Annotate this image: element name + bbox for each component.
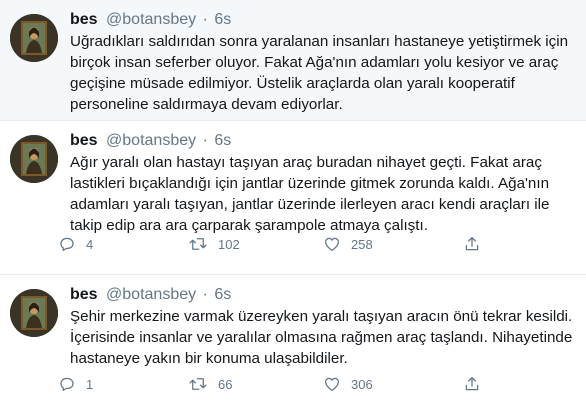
retweet-count: 66 [218,376,233,392]
separator-dot: · [202,132,208,149]
display-name[interactable]: bes [70,132,98,149]
avatar[interactable] [10,14,58,62]
separator-dot: · [202,11,208,28]
tweet-1[interactable]: bes @botansbey · 6s Uğradıkları saldırıd… [0,0,586,121]
heart-icon [324,237,340,252]
like-count: 306 [351,376,373,392]
tweet-text: Ağır yaralı olan hastayı taşıyan araç bu… [70,154,550,234]
avatar[interactable] [10,289,58,337]
reply-icon [60,377,74,392]
like-count: 258 [351,236,373,252]
reply-button[interactable]: 1 [58,373,93,395]
share-button[interactable] [463,373,481,395]
tweet-text: Şehir merkezine varmak üzereyken yaralı … [70,308,573,367]
timestamp[interactable]: 6s [214,286,231,303]
heart-icon [324,377,340,392]
tweet-2[interactable]: bes @botansbey · 6s Ağır yaralı olan has… [0,121,586,275]
tweet-3[interactable]: bes @botansbey · 6s Şehir merkezine varm… [0,275,586,412]
display-name[interactable]: bes [70,286,98,303]
tweet-text: Uğradıkları saldırıdan sonra yaralanan i… [70,33,569,113]
tweet-header: bes @botansbey · 6s [70,131,231,151]
user-handle[interactable]: @botansbey [106,286,196,303]
retweet-count: 102 [218,236,240,252]
user-handle[interactable]: @botansbey [106,132,196,149]
retweet-icon [189,378,207,390]
mona-lisa-avatar-icon [10,289,58,337]
mona-lisa-avatar-icon [10,135,58,183]
reply-button[interactable]: 4 [58,233,93,255]
share-icon [465,236,479,251]
tweet-header: bes @botansbey · 6s [70,10,231,30]
like-button[interactable]: 306 [323,373,373,395]
like-button[interactable]: 258 [323,233,373,255]
reply-icon [60,237,74,252]
user-handle[interactable]: @botansbey [106,11,196,28]
timestamp[interactable]: 6s [214,132,231,149]
tweet-header: bes @botansbey · 6s [70,285,231,305]
avatar[interactable] [10,135,58,183]
retweet-button[interactable]: 102 [188,233,240,255]
share-icon [465,376,479,391]
separator-dot: · [202,286,208,303]
reply-count: 1 [86,376,94,392]
timestamp[interactable]: 6s [214,11,231,28]
reply-count: 4 [86,236,94,252]
mona-lisa-avatar-icon [10,14,58,62]
retweet-button[interactable]: 66 [188,373,232,395]
display-name[interactable]: bes [70,11,98,28]
share-button[interactable] [463,233,481,255]
retweet-icon [189,238,207,250]
